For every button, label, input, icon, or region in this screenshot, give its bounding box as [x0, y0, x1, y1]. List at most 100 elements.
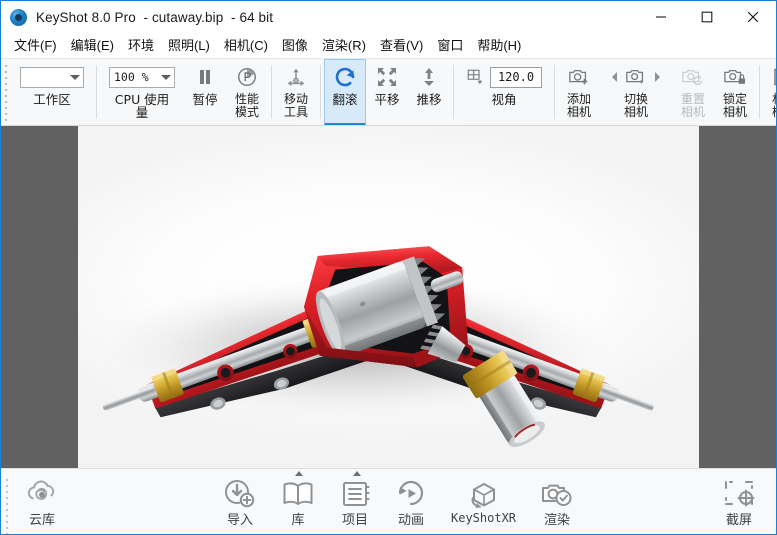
toolbar-separator-1: [96, 65, 97, 119]
library-book-icon: [281, 474, 315, 508]
performance-mode-icon: [236, 64, 258, 90]
import-button[interactable]: 导入: [211, 469, 269, 534]
chevron-down-icon: [161, 74, 171, 80]
toolbar-separator-4: [453, 65, 454, 119]
prev-arrow-icon: [612, 72, 617, 82]
toolbar-separator-5: [554, 65, 555, 119]
project-label: 项目: [341, 512, 368, 528]
menu-item-view[interactable]: 查看(V): [373, 35, 430, 57]
toolbar-drag-handle[interactable]: [1, 59, 11, 125]
switch-camera-row: [609, 64, 663, 90]
animation-button[interactable]: 动画: [383, 469, 439, 534]
maximize-button[interactable]: [684, 1, 730, 33]
lock-camera-button[interactable]: 锁定 相机: [714, 59, 756, 125]
cpu-combo-box[interactable]: 100 %: [109, 66, 175, 88]
cloud-library-label: 云库: [28, 512, 55, 528]
pan-button[interactable]: 平移: [366, 59, 408, 125]
pan-icon: [375, 64, 399, 90]
main-toolbar: 工作区 100 % CPU 使用量 暂停 性能 模式 移动 工具 翻滚 平移 推…: [1, 58, 776, 126]
cpu-combo[interactable]: 100 %: [109, 64, 175, 90]
toolbar-group-performance: 100 % CPU 使用量 暂停 性能 模式: [100, 59, 268, 125]
next-arrow-icon: [655, 72, 660, 82]
screenshot-label: 截屏: [725, 512, 752, 528]
toolbar-group-fov: 120.0 视角: [457, 59, 551, 125]
project-icon: [339, 474, 371, 508]
window-title: KeyShot 8.0 Pro - cutaway.bip - 64 bit: [36, 9, 274, 25]
chevron-down-icon: [70, 74, 80, 80]
tumble-button[interactable]: 翻滚: [324, 59, 366, 125]
screenshot-icon: [722, 474, 756, 508]
pause-icon: [194, 64, 216, 90]
import-icon: [223, 474, 257, 508]
dolly-icon: [417, 64, 441, 90]
keyshotxr-icon: [468, 476, 500, 510]
add-camera-button[interactable]: 添加 相机: [558, 59, 600, 125]
menu-item-environment[interactable]: 环境: [121, 35, 161, 57]
animation-label: 动画: [397, 512, 424, 528]
keyshotxr-button[interactable]: KeyShotXR: [439, 469, 528, 534]
workspace-combo[interactable]: [20, 64, 84, 90]
tumble-icon: [333, 64, 357, 90]
performance-mode-button[interactable]: 性能 模式: [226, 59, 268, 125]
pause-label: 暂停: [192, 92, 218, 107]
render-button[interactable]: 渲染: [528, 469, 586, 534]
material-template-icon: [772, 64, 776, 90]
cutaway-axle-model: [102, 246, 654, 447]
project-button[interactable]: 项目: [327, 469, 383, 534]
tumble-label: 翻滚: [332, 92, 358, 107]
add-camera-icon: [567, 64, 591, 90]
workspace-combo-box[interactable]: [20, 66, 84, 88]
grid-perspective-icon[interactable]: [466, 68, 484, 86]
menu-item-edit[interactable]: 编辑(E): [64, 35, 121, 57]
fov-label: 视角: [491, 92, 517, 107]
menu-item-camera[interactable]: 相机(C): [217, 35, 275, 57]
performance-mode-label: 性能 模式: [234, 92, 259, 119]
cpu-usage-selector[interactable]: 100 % CPU 使用量: [100, 59, 184, 125]
render-area[interactable]: [78, 126, 699, 468]
dolly-button[interactable]: 推移: [408, 59, 450, 125]
screenshot-button[interactable]: 截屏: [710, 469, 776, 534]
toolbar-group-cameras: 添加 相机 切换 相机 重置 相机 锁定 相机: [558, 59, 756, 125]
render-icon: [540, 474, 574, 508]
bottom-toolbar: 云库 导入 库 项目 动画 KeyShotXR 渲染 截屏: [1, 468, 776, 534]
fov-control[interactable]: 120.0 视角: [457, 59, 551, 125]
title-bar: KeyShot 8.0 Pro - cutaway.bip - 64 bit: [1, 1, 776, 34]
fov-value: 120.0: [497, 70, 535, 84]
reset-camera-icon: [681, 64, 705, 90]
cpu-usage-label: CPU 使用量: [114, 92, 170, 120]
reset-camera-button[interactable]: 重置 相机: [672, 59, 714, 125]
import-label: 导入: [226, 512, 253, 528]
toolbar-separator-6: [759, 65, 760, 119]
menu-item-image[interactable]: 图像: [275, 35, 315, 57]
menu-item-help[interactable]: 帮助(H): [470, 35, 528, 57]
toolbar-group-move: 移动 工具: [275, 59, 317, 125]
bottom-toolbar-drag-handle[interactable]: [1, 469, 13, 534]
keyshot-orb-icon: [10, 8, 27, 26]
bottom-toolbar-gap: [71, 469, 211, 534]
lock-camera-icon: [723, 64, 747, 90]
move-tool-icon: [284, 64, 308, 90]
viewport[interactable]: [1, 126, 776, 468]
fov-input[interactable]: 120.0: [490, 66, 542, 88]
menu-item-render[interactable]: 渲染(R): [315, 35, 373, 57]
toolbar-separator-2: [271, 65, 272, 119]
minimize-button[interactable]: [638, 1, 684, 33]
switch-camera-button[interactable]: 切换 相机: [600, 59, 672, 125]
pause-button[interactable]: 暂停: [184, 59, 226, 125]
move-tool-button[interactable]: 移动 工具: [275, 59, 317, 125]
material-template-button[interactable]: 材质 模板: [763, 59, 776, 125]
keyshotxr-label: KeyShotXR: [451, 511, 517, 525]
material-template-label: 材质 模板: [772, 93, 776, 119]
cloud-library-icon: [25, 474, 59, 508]
workspace-selector[interactable]: 工作区: [11, 59, 93, 125]
add-camera-label: 添加 相机: [566, 92, 591, 119]
menu-item-window[interactable]: 窗口: [430, 35, 470, 57]
menu-bar: 文件(F) 编辑(E) 环境 照明(L) 相机(C) 图像 渲染(R) 查看(V…: [1, 34, 776, 58]
caret-up-icon: [295, 471, 303, 476]
cloud-library-button[interactable]: 云库: [13, 469, 71, 534]
library-button[interactable]: 库: [269, 469, 327, 534]
menu-item-lighting[interactable]: 照明(L): [161, 35, 217, 57]
menu-item-file[interactable]: 文件(F): [7, 35, 64, 57]
move-tool-label: 移动 工具: [283, 92, 308, 119]
close-button[interactable]: [730, 1, 776, 33]
